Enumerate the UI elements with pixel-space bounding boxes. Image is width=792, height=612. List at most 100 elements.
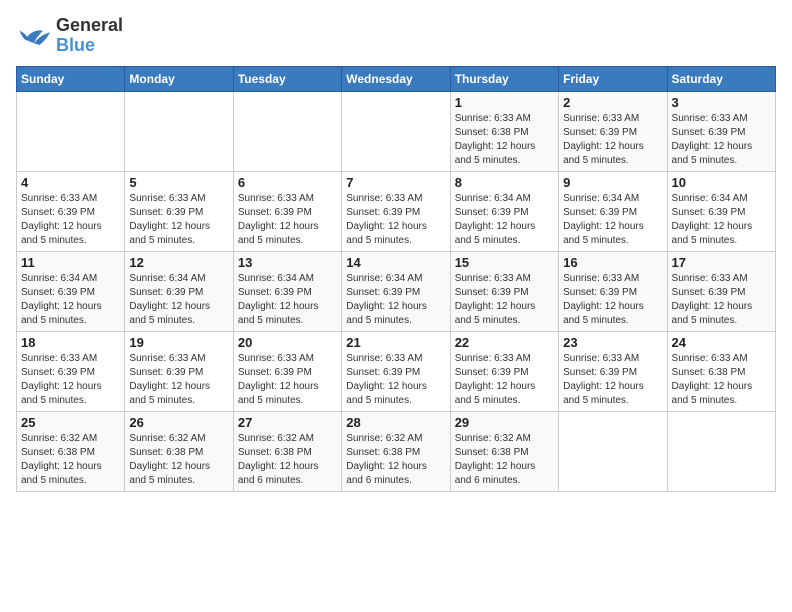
- calendar-cell: 4 Sunrise: 6:33 AM Sunset: 6:39 PM Daylig…: [17, 171, 125, 251]
- day-info: Sunrise: 6:33 AM Sunset: 6:39 PM Dayligh…: [672, 112, 771, 168]
- day-number: 10: [672, 175, 771, 190]
- calendar-cell: 12 Sunrise: 6:34 AM Sunset: 6:39 PM Dayli…: [125, 251, 233, 331]
- day-number: 5: [129, 175, 228, 190]
- day-info: Sunrise: 6:34 AM Sunset: 6:39 PM Dayligh…: [455, 192, 554, 248]
- day-number: 20: [238, 335, 337, 350]
- day-info: Sunrise: 6:34 AM Sunset: 6:39 PM Dayligh…: [672, 192, 771, 248]
- day-info: Sunrise: 6:34 AM Sunset: 6:39 PM Dayligh…: [21, 272, 120, 328]
- calendar-cell: 29 Sunrise: 6:32 AM Sunset: 6:38 PM Dayli…: [450, 411, 558, 491]
- calendar-cell: [125, 91, 233, 171]
- day-number: 13: [238, 255, 337, 270]
- day-number: 18: [21, 335, 120, 350]
- day-number: 26: [129, 415, 228, 430]
- calendar-header-friday: Friday: [559, 66, 667, 91]
- day-number: 9: [563, 175, 662, 190]
- calendar-cell: 9 Sunrise: 6:34 AM Sunset: 6:39 PM Daylig…: [559, 171, 667, 251]
- day-number: 14: [346, 255, 445, 270]
- calendar-cell: [17, 91, 125, 171]
- day-number: 16: [563, 255, 662, 270]
- logo-icon: [16, 21, 52, 51]
- calendar-cell: 23 Sunrise: 6:33 AM Sunset: 6:39 PM Dayli…: [559, 331, 667, 411]
- calendar-cell: 7 Sunrise: 6:33 AM Sunset: 6:39 PM Daylig…: [342, 171, 450, 251]
- page-header: GeneralBlue: [16, 16, 776, 56]
- calendar-header-saturday: Saturday: [667, 66, 775, 91]
- day-info: Sunrise: 6:33 AM Sunset: 6:39 PM Dayligh…: [346, 192, 445, 248]
- calendar-week-5: 25 Sunrise: 6:32 AM Sunset: 6:38 PM Dayli…: [17, 411, 776, 491]
- day-number: 6: [238, 175, 337, 190]
- calendar-cell: 26 Sunrise: 6:32 AM Sunset: 6:38 PM Dayli…: [125, 411, 233, 491]
- calendar-week-3: 11 Sunrise: 6:34 AM Sunset: 6:39 PM Dayli…: [17, 251, 776, 331]
- calendar-cell: 5 Sunrise: 6:33 AM Sunset: 6:39 PM Daylig…: [125, 171, 233, 251]
- day-info: Sunrise: 6:33 AM Sunset: 6:39 PM Dayligh…: [346, 352, 445, 408]
- day-number: 29: [455, 415, 554, 430]
- calendar-week-4: 18 Sunrise: 6:33 AM Sunset: 6:39 PM Dayli…: [17, 331, 776, 411]
- calendar-cell: 11 Sunrise: 6:34 AM Sunset: 6:39 PM Dayli…: [17, 251, 125, 331]
- calendar-header-tuesday: Tuesday: [233, 66, 341, 91]
- day-info: Sunrise: 6:33 AM Sunset: 6:39 PM Dayligh…: [563, 352, 662, 408]
- day-info: Sunrise: 6:33 AM Sunset: 6:39 PM Dayligh…: [129, 192, 228, 248]
- day-info: Sunrise: 6:34 AM Sunset: 6:39 PM Dayligh…: [563, 192, 662, 248]
- day-number: 7: [346, 175, 445, 190]
- day-number: 12: [129, 255, 228, 270]
- calendar-header-sunday: Sunday: [17, 66, 125, 91]
- day-info: Sunrise: 6:34 AM Sunset: 6:39 PM Dayligh…: [238, 272, 337, 328]
- day-number: 11: [21, 255, 120, 270]
- calendar-header-wednesday: Wednesday: [342, 66, 450, 91]
- day-number: 22: [455, 335, 554, 350]
- day-number: 1: [455, 95, 554, 110]
- calendar-cell: 6Sunrise: 6:33 AM Sunset: 6:39 PM Daylig…: [233, 171, 341, 251]
- day-info: Sunrise: 6:34 AM Sunset: 6:39 PM Dayligh…: [129, 272, 228, 328]
- calendar-cell: 18 Sunrise: 6:33 AM Sunset: 6:39 PM Dayli…: [17, 331, 125, 411]
- calendar-cell: 16 Sunrise: 6:33 AM Sunset: 6:39 PM Dayli…: [559, 251, 667, 331]
- day-number: 23: [563, 335, 662, 350]
- calendar-cell: 13 Sunrise: 6:34 AM Sunset: 6:39 PM Dayli…: [233, 251, 341, 331]
- day-info: Sunrise: 6:33 AM Sunset: 6:38 PM Dayligh…: [455, 112, 554, 168]
- day-info: Sunrise: 6:32 AM Sunset: 6:38 PM Dayligh…: [346, 432, 445, 488]
- calendar-header-thursday: Thursday: [450, 66, 558, 91]
- calendar-cell: 1 Sunrise: 6:33 AM Sunset: 6:38 PM Daylig…: [450, 91, 558, 171]
- calendar-cell: 27 Sunrise: 6:32 AM Sunset: 6:38 PM Dayli…: [233, 411, 341, 491]
- day-info: Sunrise: 6:32 AM Sunset: 6:38 PM Dayligh…: [455, 432, 554, 488]
- day-info: Sunrise: 6:32 AM Sunset: 6:38 PM Dayligh…: [21, 432, 120, 488]
- day-number: 27: [238, 415, 337, 430]
- calendar-cell: 3 Sunrise: 6:33 AM Sunset: 6:39 PM Daylig…: [667, 91, 775, 171]
- calendar-cell: 28 Sunrise: 6:32 AM Sunset: 6:38 PM Dayli…: [342, 411, 450, 491]
- day-info: Sunrise: 6:33 AM Sunset: 6:39 PM Dayligh…: [238, 352, 337, 408]
- day-number: 19: [129, 335, 228, 350]
- calendar-cell: 17Sunrise: 6:33 AM Sunset: 6:39 PM Dayli…: [667, 251, 775, 331]
- day-info: Sunrise: 6:32 AM Sunset: 6:38 PM Dayligh…: [129, 432, 228, 488]
- calendar-table: SundayMondayTuesdayWednesdayThursdayFrid…: [16, 66, 776, 492]
- day-number: 21: [346, 335, 445, 350]
- day-info: Sunrise: 6:33 AM Sunset: 6:39 PM Dayligh…: [21, 192, 120, 248]
- day-number: 28: [346, 415, 445, 430]
- day-number: 25: [21, 415, 120, 430]
- calendar-cell: 15 Sunrise: 6:33 AM Sunset: 6:39 PM Dayli…: [450, 251, 558, 331]
- day-info: Sunrise: 6:33 AM Sunset: 6:39 PM Dayligh…: [455, 272, 554, 328]
- calendar-cell: 10 Sunrise: 6:34 AM Sunset: 6:39 PM Dayli…: [667, 171, 775, 251]
- calendar-cell: 8Sunrise: 6:34 AM Sunset: 6:39 PM Daylig…: [450, 171, 558, 251]
- calendar-cell: [667, 411, 775, 491]
- day-info: Sunrise: 6:33 AM Sunset: 6:39 PM Dayligh…: [129, 352, 228, 408]
- day-info: Sunrise: 6:34 AM Sunset: 6:39 PM Dayligh…: [346, 272, 445, 328]
- day-number: 4: [21, 175, 120, 190]
- day-info: Sunrise: 6:32 AM Sunset: 6:38 PM Dayligh…: [238, 432, 337, 488]
- day-number: 15: [455, 255, 554, 270]
- calendar-cell: [233, 91, 341, 171]
- calendar-cell: 24 Sunrise: 6:33 AM Sunset: 6:38 PM Dayli…: [667, 331, 775, 411]
- logo: GeneralBlue: [16, 16, 123, 56]
- day-info: Sunrise: 6:33 AM Sunset: 6:39 PM Dayligh…: [563, 112, 662, 168]
- day-number: 24: [672, 335, 771, 350]
- day-number: 2: [563, 95, 662, 110]
- day-number: 17: [672, 255, 771, 270]
- calendar-cell: 2 Sunrise: 6:33 AM Sunset: 6:39 PM Daylig…: [559, 91, 667, 171]
- day-info: Sunrise: 6:33 AM Sunset: 6:39 PM Dayligh…: [21, 352, 120, 408]
- calendar-cell: 22 Sunrise: 6:33 AM Sunset: 6:39 PM Dayli…: [450, 331, 558, 411]
- calendar-week-2: 4 Sunrise: 6:33 AM Sunset: 6:39 PM Daylig…: [17, 171, 776, 251]
- day-info: Sunrise: 6:33 AM Sunset: 6:39 PM Dayligh…: [563, 272, 662, 328]
- logo-text: GeneralBlue: [56, 16, 123, 56]
- day-info: Sunrise: 6:33 AM Sunset: 6:38 PM Dayligh…: [672, 352, 771, 408]
- day-number: 3: [672, 95, 771, 110]
- calendar-cell: 25 Sunrise: 6:32 AM Sunset: 6:38 PM Dayli…: [17, 411, 125, 491]
- calendar-cell: [342, 91, 450, 171]
- day-info: Sunrise: 6:33 AM Sunset: 6:39 PM Dayligh…: [455, 352, 554, 408]
